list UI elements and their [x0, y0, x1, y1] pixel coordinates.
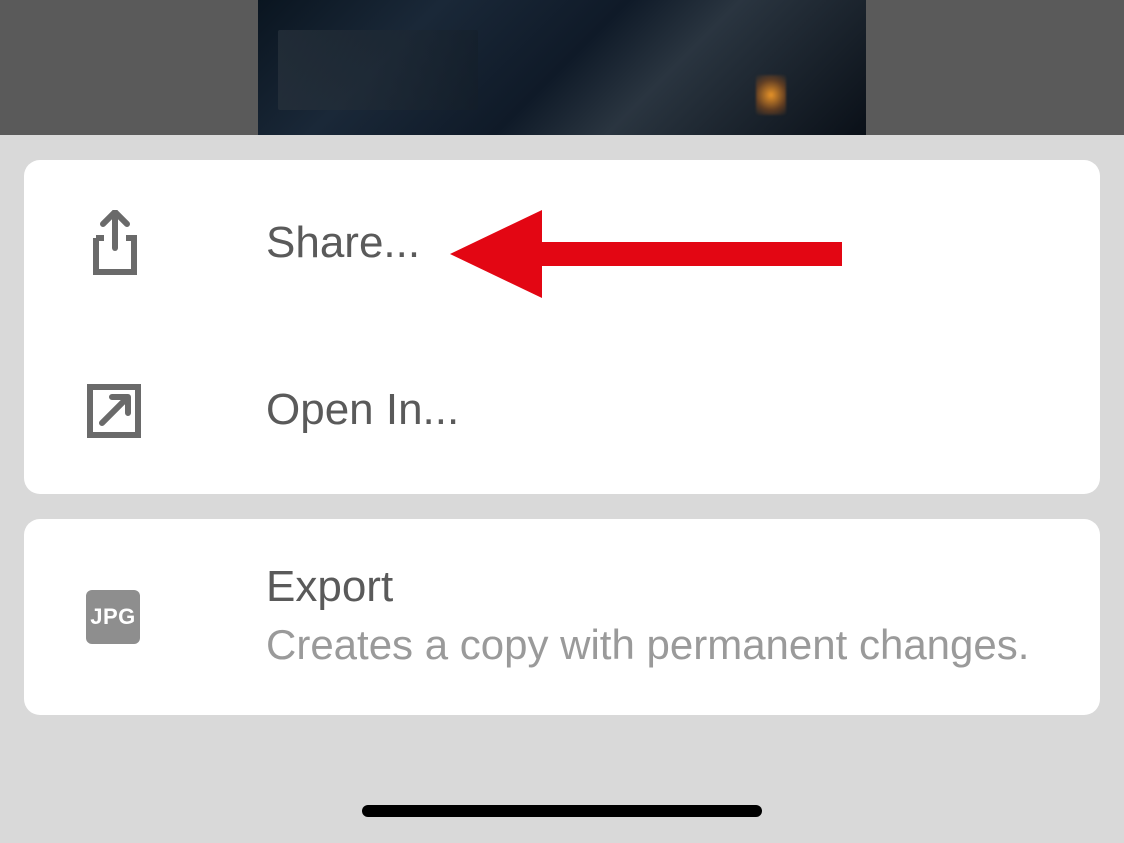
share-icon — [86, 210, 144, 278]
open-in-icon — [86, 383, 142, 439]
action-sheet: Share... Open In... JPG Export C — [0, 160, 1124, 715]
home-indicator[interactable] — [362, 805, 762, 817]
share-label: Share... — [266, 217, 420, 270]
jpg-icon: JPG — [86, 590, 140, 644]
export-button[interactable]: JPG Export Creates a copy with permanent… — [24, 519, 1100, 715]
export-subtitle: Creates a copy with permanent changes. — [266, 618, 1029, 673]
card-group-1: Share... Open In... — [24, 160, 1100, 494]
open-in-label: Open In... — [266, 384, 459, 437]
open-in-button[interactable]: Open In... — [24, 327, 1100, 494]
card-group-2: JPG Export Creates a copy with permanent… — [24, 519, 1100, 715]
share-button[interactable]: Share... — [24, 160, 1100, 327]
image-thumbnail — [258, 0, 866, 135]
export-title: Export — [266, 561, 1029, 614]
header-bar — [0, 0, 1124, 135]
